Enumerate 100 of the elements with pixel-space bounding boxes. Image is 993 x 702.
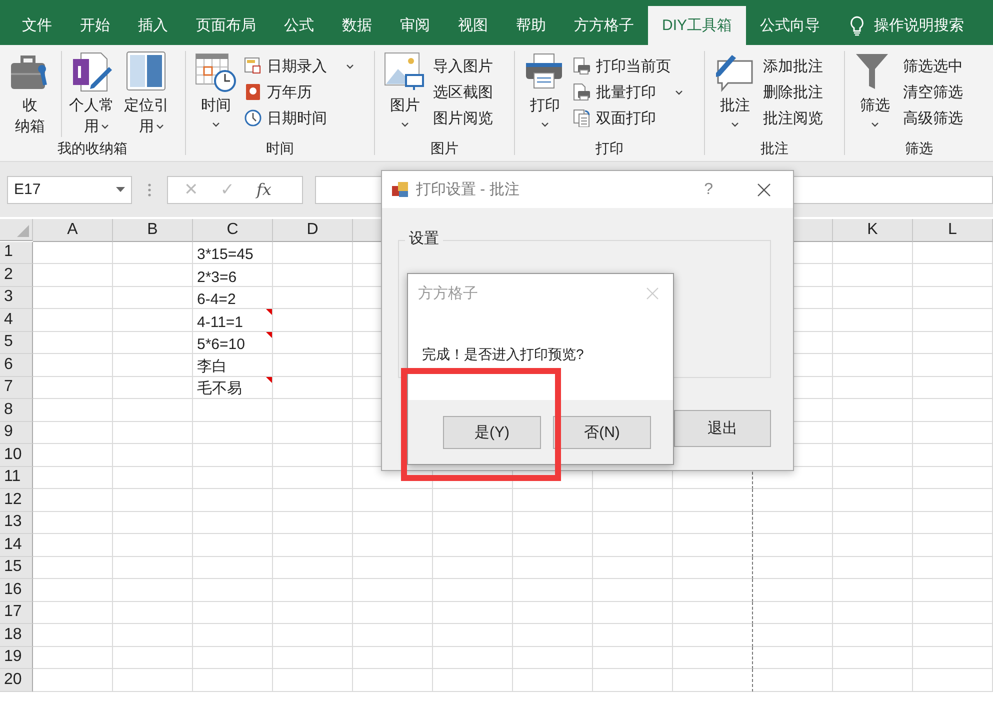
table-cell: 李白 bbox=[193, 354, 273, 376]
column-header[interactable]: K bbox=[833, 219, 913, 242]
column-header[interactable]: C bbox=[193, 219, 273, 242]
app-blocks-icon bbox=[392, 182, 410, 198]
ribbon-button[interactable]: 日期录入 bbox=[244, 53, 354, 79]
row-header[interactable]: 1 bbox=[0, 242, 33, 264]
row-header[interactable]: 10 bbox=[0, 444, 33, 466]
ribbon-tab[interactable]: 插入 bbox=[124, 6, 182, 45]
ribbon-button[interactable]: 选区截图 bbox=[433, 79, 493, 105]
document-pencil-icon bbox=[70, 51, 112, 93]
group-label: 图片 bbox=[430, 139, 460, 158]
dialog-title: 打印设置 - 批注 bbox=[416, 180, 520, 199]
ribbon-button[interactable]: 打印当前页 bbox=[573, 53, 683, 79]
ribbon-button[interactable]: 双面打印 bbox=[573, 105, 683, 131]
ribbon-tab[interactable]: 审阅 bbox=[386, 6, 444, 45]
page-printer-icon bbox=[573, 57, 591, 75]
row-header[interactable]: 13 bbox=[0, 512, 33, 534]
close-icon bbox=[646, 286, 659, 300]
ribbon-button[interactable]: 删除批注 bbox=[763, 79, 823, 105]
ribbon-button[interactable]: 批注阅览 bbox=[763, 105, 823, 131]
ribbon-button[interactable]: 批注 bbox=[711, 51, 759, 137]
column-header[interactable]: L bbox=[913, 219, 993, 242]
row-header[interactable]: 2 bbox=[0, 264, 33, 286]
clock-icon bbox=[244, 109, 262, 127]
row-header[interactable]: 18 bbox=[0, 624, 33, 646]
row-header[interactable]: 14 bbox=[0, 534, 33, 556]
column-header[interactable]: A bbox=[33, 219, 113, 242]
row-header[interactable]: 3 bbox=[0, 286, 33, 309]
row-header[interactable]: 17 bbox=[0, 602, 33, 624]
row-header[interactable]: 6 bbox=[0, 354, 33, 376]
row-header[interactable]: 12 bbox=[0, 489, 33, 512]
dialog-button[interactable]: 是(Y) bbox=[443, 416, 541, 448]
ribbon-button[interactable]: 清空筛选 bbox=[903, 79, 963, 105]
ribbon-tab[interactable]: 公式 bbox=[270, 6, 328, 45]
group-label: 批注 bbox=[760, 139, 790, 158]
ribbon-tab[interactable]: 页面布局 bbox=[182, 6, 270, 45]
ribbon-button[interactable]: 筛选选中 bbox=[903, 53, 963, 79]
ribbon-button[interactable]: 定位引用 bbox=[121, 51, 172, 137]
ribbon-button[interactable]: 打印 bbox=[521, 51, 569, 137]
lightbulb-icon bbox=[850, 16, 864, 36]
ribbon-button[interactable]: 筛选 bbox=[851, 51, 899, 137]
ribbon-button[interactable]: 批量打印 bbox=[573, 79, 683, 105]
dialog-button[interactable]: 否(N) bbox=[553, 416, 651, 448]
column-header[interactable]: B bbox=[113, 219, 193, 242]
column-header[interactable]: D bbox=[273, 219, 353, 242]
ribbon-button[interactable]: 收纳箱 bbox=[6, 51, 62, 137]
table-cell: 6-4=2 bbox=[193, 286, 273, 309]
ribbon-tab[interactable]: 数据 bbox=[328, 6, 386, 45]
page-printer-icon bbox=[573, 83, 591, 101]
ribbon-button[interactable]: 个人常用 bbox=[66, 51, 117, 137]
ribbon-button[interactable]: 添加批注 bbox=[763, 53, 823, 79]
calendar-clock-icon bbox=[195, 51, 237, 93]
select-all-corner[interactable] bbox=[0, 219, 33, 241]
group-label: 设置 bbox=[405, 229, 443, 248]
grip-dots-icon bbox=[148, 182, 151, 196]
group-label: 筛选 bbox=[904, 139, 934, 158]
table-cell: 5*6=10 bbox=[193, 332, 273, 354]
ribbon-tab[interactable]: 方方格子 bbox=[560, 6, 648, 45]
row-header[interactable]: 8 bbox=[0, 399, 33, 422]
ribbon-button[interactable]: 图片阅览 bbox=[433, 105, 493, 131]
ribbon-button[interactable]: 时间 bbox=[192, 51, 240, 137]
split-panel-icon bbox=[126, 51, 168, 93]
ribbon-button[interactable]: 日期时间 bbox=[244, 105, 354, 131]
ribbon-button[interactable]: 导入图片 bbox=[433, 53, 493, 79]
ribbon-button[interactable]: 图片 bbox=[381, 51, 429, 137]
dialog-title: 方方格子 bbox=[418, 284, 478, 302]
ribbon-button[interactable]: 高级筛选 bbox=[903, 105, 963, 131]
ribbon-tab[interactable]: 视图 bbox=[444, 6, 502, 45]
row-header[interactable]: 19 bbox=[0, 646, 33, 669]
row-header[interactable]: 4 bbox=[0, 309, 33, 332]
message-text: 完成！是否进入打印预览? bbox=[421, 345, 585, 364]
row-header[interactable]: 20 bbox=[0, 669, 33, 692]
row-header[interactable]: 5 bbox=[0, 332, 33, 354]
help-button[interactable]: ? bbox=[704, 180, 713, 198]
row-header[interactable]: 9 bbox=[0, 422, 33, 444]
corner-triangle-icon bbox=[17, 225, 29, 237]
row-header[interactable]: 15 bbox=[0, 556, 33, 579]
table-cell: 2*3=6 bbox=[193, 264, 273, 286]
ribbon-tab[interactable]: 公式向导 bbox=[746, 6, 834, 45]
ribbon-tab[interactable]: 帮助 bbox=[502, 6, 560, 45]
group-label: 时间 bbox=[265, 139, 295, 158]
calendar-grid-icon bbox=[244, 57, 262, 75]
exit-button[interactable]: 退出 bbox=[674, 410, 771, 447]
table-cell: 4-11=1 bbox=[193, 309, 273, 332]
table-cell: 毛不易 bbox=[193, 376, 273, 399]
page-copy-icon bbox=[573, 109, 591, 127]
tell-me-search[interactable]: 操作说明搜索 bbox=[850, 6, 964, 45]
dropdown-arrow-icon bbox=[116, 187, 125, 192]
name-box[interactable]: E17 bbox=[7, 176, 132, 204]
ribbon-tab[interactable]: DIY工具箱 bbox=[648, 6, 746, 45]
table-cell: 3*15=45 bbox=[193, 242, 273, 264]
ribbon-tab[interactable]: 文件 bbox=[8, 6, 66, 45]
ribbon-tab[interactable]: 开始 bbox=[66, 6, 124, 45]
close-icon bbox=[757, 182, 771, 196]
row-header[interactable]: 11 bbox=[0, 466, 33, 489]
row-header[interactable]: 16 bbox=[0, 579, 33, 602]
calendar-book-icon bbox=[244, 83, 262, 101]
row-header[interactable]: 7 bbox=[0, 376, 33, 399]
ribbon-button[interactable]: 万年历 bbox=[244, 79, 354, 105]
formula-button[interactable]: fx bbox=[256, 180, 272, 199]
